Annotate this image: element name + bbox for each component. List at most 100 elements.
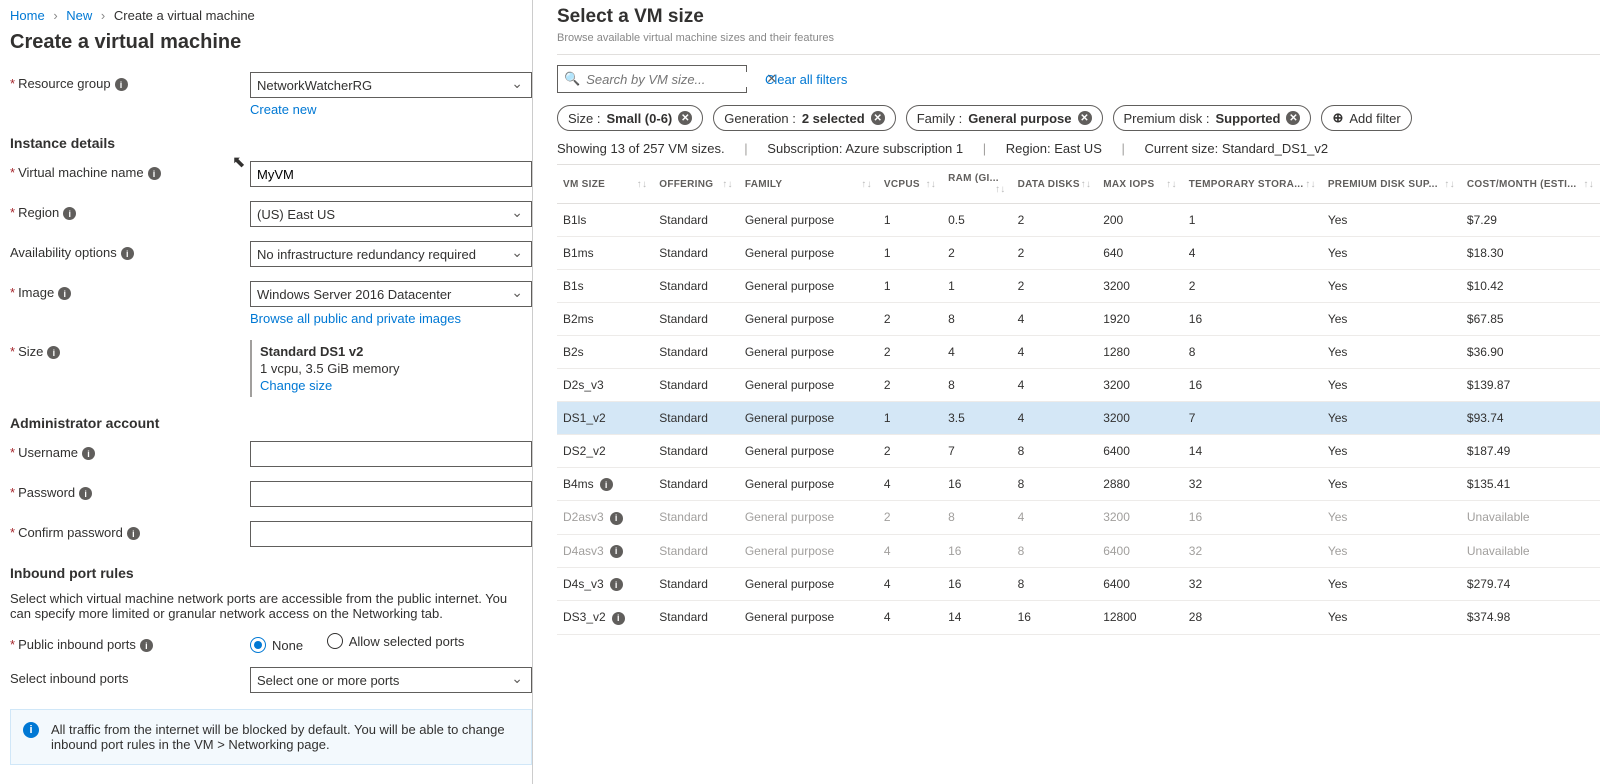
remove-filter-icon[interactable]: ✕: [678, 111, 692, 125]
search-input[interactable]: [586, 72, 764, 87]
resource-group-select[interactable]: NetworkWatcherRG: [250, 72, 532, 98]
column-header[interactable]: VCPUS↑↓: [878, 165, 942, 204]
table-cell: B1ms: [557, 237, 653, 270]
table-cell: Yes: [1322, 435, 1461, 468]
confirm-password-label: Confirm password: [18, 525, 123, 540]
table-row[interactable]: D4s_v3iStandardGeneral purpose4168640032…: [557, 567, 1600, 600]
column-header[interactable]: VM SIZE↑↓: [557, 165, 653, 204]
table-cell: 2: [878, 336, 942, 369]
change-size-link[interactable]: Change size: [260, 378, 332, 393]
panel-subtitle: Browse available virtual machine sizes a…: [557, 32, 1600, 44]
info-icon[interactable]: i: [58, 287, 71, 300]
browse-images-link[interactable]: Browse all public and private images: [250, 311, 461, 326]
table-cell: 16: [942, 468, 1012, 501]
table-row[interactable]: DS3_v2iStandardGeneral purpose4141612800…: [557, 601, 1600, 634]
info-icon[interactable]: i: [148, 167, 161, 180]
info-icon[interactable]: i: [600, 478, 613, 491]
status-current-size: Current size: Standard_DS1_v2: [1145, 141, 1329, 156]
column-header[interactable]: RAM (GI...↑↓: [942, 165, 1012, 204]
confirm-password-input[interactable]: [250, 521, 532, 547]
add-filter-button[interactable]: ⊕Add filter: [1321, 105, 1411, 131]
info-icon[interactable]: i: [115, 78, 128, 91]
filter-pill[interactable]: Family : General purpose✕: [906, 105, 1103, 131]
radio-allow[interactable]: Allow selected ports: [327, 633, 465, 649]
vm-name-input[interactable]: [250, 161, 532, 187]
sort-icon: ↑↓: [861, 179, 872, 190]
breadcrumb-current: Create a virtual machine: [114, 8, 255, 23]
clear-filters-link[interactable]: Clear all filters: [765, 72, 847, 87]
remove-filter-icon[interactable]: ✕: [1286, 111, 1300, 125]
table-row[interactable]: B4msiStandardGeneral purpose4168288032Ye…: [557, 468, 1600, 501]
search-box[interactable]: 🔍 ✕: [557, 65, 747, 93]
table-cell: D2asv3i: [557, 501, 653, 534]
password-input[interactable]: [250, 481, 532, 507]
table-cell: 1: [878, 204, 942, 237]
radio-none[interactable]: None: [250, 637, 303, 653]
create-new-link[interactable]: Create new: [250, 102, 316, 117]
info-icon[interactable]: i: [140, 639, 153, 652]
table-cell: 7: [1183, 402, 1322, 435]
filter-pill[interactable]: Generation : 2 selected✕: [713, 105, 895, 131]
column-header[interactable]: COST/MONTH (ESTI...↑↓: [1461, 165, 1600, 204]
table-cell: General purpose: [739, 501, 878, 534]
info-icon[interactable]: i: [82, 447, 95, 460]
table-row[interactable]: DS1_v2StandardGeneral purpose13.5432007Y…: [557, 402, 1600, 435]
table-cell: 3200: [1097, 369, 1183, 402]
remove-filter-icon[interactable]: ✕: [1078, 111, 1092, 125]
info-icon[interactable]: i: [47, 346, 60, 359]
info-icon[interactable]: i: [121, 247, 134, 260]
info-icon[interactable]: i: [610, 545, 623, 558]
table-cell: Standard: [653, 468, 739, 501]
table-cell: General purpose: [739, 369, 878, 402]
column-header[interactable]: TEMPORARY STORA...↑↓: [1183, 165, 1322, 204]
filter-pill[interactable]: Premium disk : Supported✕: [1113, 105, 1312, 131]
filter-pill[interactable]: Size : Small (0-6)✕: [557, 105, 703, 131]
table-cell: 16: [1183, 369, 1322, 402]
table-row[interactable]: DS2_v2StandardGeneral purpose278640014Ye…: [557, 435, 1600, 468]
info-icon[interactable]: i: [127, 527, 140, 540]
table-cell: 16: [1012, 601, 1098, 634]
vm-size-table: VM SIZE↑↓OFFERING↑↓FAMILY↑↓VCPUS↑↓RAM (G…: [557, 164, 1600, 635]
info-icon[interactable]: i: [63, 207, 76, 220]
username-input[interactable]: [250, 441, 532, 467]
select-ports-select[interactable]: Select one or more ports: [250, 667, 532, 693]
info-icon[interactable]: i: [612, 612, 625, 625]
status-sub: Subscription: Azure subscription 1: [767, 141, 963, 156]
select-ports-label: Select inbound ports: [10, 671, 129, 686]
column-header[interactable]: OFFERING↑↓: [653, 165, 739, 204]
availability-label: Availability options: [10, 245, 117, 260]
table-row[interactable]: D2s_v3StandardGeneral purpose284320016Ye…: [557, 369, 1600, 402]
column-header[interactable]: MAX IOPS↑↓: [1097, 165, 1183, 204]
table-row[interactable]: B1sStandardGeneral purpose11232002Yes$10…: [557, 270, 1600, 303]
table-row[interactable]: B1msStandardGeneral purpose1226404Yes$18…: [557, 237, 1600, 270]
table-cell: Yes: [1322, 270, 1461, 303]
password-label: Password: [18, 485, 75, 500]
table-cell: General purpose: [739, 534, 878, 567]
info-icon[interactable]: i: [610, 578, 623, 591]
table-row[interactable]: B2sStandardGeneral purpose24412808Yes$36…: [557, 336, 1600, 369]
table-cell: B4msi: [557, 468, 653, 501]
table-row[interactable]: D2asv3iStandardGeneral purpose284320016Y…: [557, 501, 1600, 534]
table-row[interactable]: B1lsStandardGeneral purpose10.522001Yes$…: [557, 204, 1600, 237]
column-header[interactable]: FAMILY↑↓: [739, 165, 878, 204]
table-cell: Yes: [1322, 369, 1461, 402]
table-cell: 32: [1183, 534, 1322, 567]
info-icon[interactable]: i: [610, 512, 623, 525]
breadcrumb-new[interactable]: New: [66, 8, 92, 23]
info-icon[interactable]: i: [79, 487, 92, 500]
column-header[interactable]: PREMIUM DISK SUP...↑↓: [1322, 165, 1461, 204]
image-select[interactable]: Windows Server 2016 Datacenter: [250, 281, 532, 307]
table-cell: 14: [942, 601, 1012, 634]
column-header[interactable]: DATA DISKS↑↓: [1012, 165, 1098, 204]
region-select[interactable]: (US) East US: [250, 201, 532, 227]
table-cell: 4: [942, 336, 1012, 369]
availability-select[interactable]: No infrastructure redundancy required: [250, 241, 532, 267]
table-row[interactable]: D4asv3iStandardGeneral purpose4168640032…: [557, 534, 1600, 567]
table-cell: 4: [878, 601, 942, 634]
remove-filter-icon[interactable]: ✕: [871, 111, 885, 125]
breadcrumb-home[interactable]: Home: [10, 8, 45, 23]
table-cell: 3.5: [942, 402, 1012, 435]
sort-icon: ↑↓: [925, 179, 936, 190]
table-row[interactable]: B2msStandardGeneral purpose284192016Yes$…: [557, 303, 1600, 336]
page-title: Create a virtual machine: [10, 31, 532, 54]
